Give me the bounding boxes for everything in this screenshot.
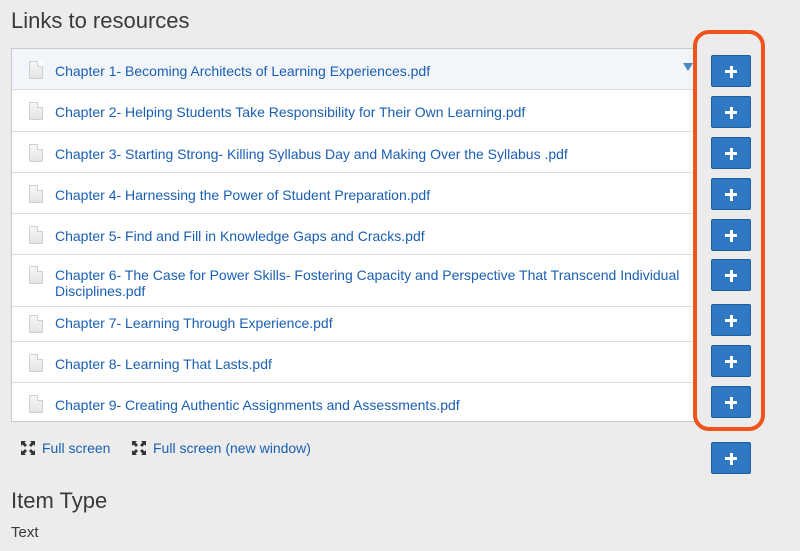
item-type-title: Item Type — [11, 488, 108, 513]
add-resource-button[interactable] — [711, 259, 751, 291]
document-icon — [29, 102, 43, 120]
caret-down-icon[interactable] — [683, 63, 693, 71]
resource-link[interactable]: Chapter 1- Becoming Architects of Learni… — [55, 63, 695, 79]
fullscreen-icon — [20, 440, 36, 456]
resource-row[interactable]: Chapter 5- Find and Fill in Knowledge Ga… — [12, 214, 694, 255]
document-icon — [29, 185, 43, 203]
add-resource-button[interactable] — [711, 55, 751, 87]
resource-link[interactable]: Chapter 8- Learning That Lasts.pdf — [55, 356, 695, 372]
document-icon — [29, 354, 43, 372]
resource-row[interactable]: Chapter 1- Becoming Architects of Learni… — [12, 49, 694, 90]
fullscreen-icon — [131, 440, 147, 456]
document-icon — [29, 226, 43, 244]
add-resource-button[interactable] — [711, 178, 751, 210]
add-resource-button[interactable] — [711, 386, 751, 418]
document-icon — [29, 266, 43, 284]
resource-row[interactable]: Chapter 6- The Case for Power Skills- Fo… — [12, 255, 694, 307]
fullscreen-new-window-label[interactable]: Full screen (new window) — [153, 440, 311, 456]
document-icon — [29, 395, 43, 413]
resource-list: Chapter 1- Becoming Architects of Learni… — [11, 48, 695, 422]
resource-link[interactable]: Chapter 7- Learning Through Experience.p… — [55, 315, 695, 331]
resource-link[interactable]: Chapter 9- Creating Authentic Assignment… — [55, 397, 695, 413]
resource-row[interactable]: Chapter 8- Learning That Lasts.pdf — [12, 342, 694, 383]
document-icon — [29, 315, 43, 333]
add-resource-button[interactable] — [711, 304, 751, 336]
section-title: Links to resources — [11, 8, 190, 33]
resource-row[interactable]: Chapter 3- Starting Strong- Killing Syll… — [12, 132, 694, 173]
resource-row[interactable]: Chapter 4- Harnessing the Power of Stude… — [12, 173, 694, 214]
resource-link[interactable]: Chapter 2- Helping Students Take Respons… — [55, 104, 695, 120]
resource-row[interactable]: Chapter 7- Learning Through Experience.p… — [12, 307, 694, 342]
resource-row[interactable]: Chapter 9- Creating Authentic Assignment… — [12, 383, 694, 423]
document-icon — [29, 61, 43, 79]
resource-link[interactable]: Chapter 4- Harnessing the Power of Stude… — [55, 187, 695, 203]
add-resource-button[interactable] — [711, 345, 751, 377]
fullscreen-link[interactable]: Full screen — [20, 440, 110, 456]
resource-row[interactable]: Chapter 2- Helping Students Take Respons… — [12, 90, 694, 132]
document-icon — [29, 144, 43, 162]
add-resource-button[interactable] — [711, 137, 751, 169]
item-type-value: Text — [11, 524, 39, 541]
resource-link[interactable]: Chapter 5- Find and Fill in Knowledge Ga… — [55, 228, 695, 244]
fullscreen-new-window-link[interactable]: Full screen (new window) — [131, 440, 311, 456]
resource-link[interactable]: Chapter 3- Starting Strong- Killing Syll… — [55, 146, 695, 162]
fullscreen-label[interactable]: Full screen — [42, 440, 110, 456]
add-resource-button[interactable] — [711, 219, 751, 251]
resource-link[interactable]: Chapter 6- The Case for Power Skills- Fo… — [55, 267, 695, 299]
add-item-button[interactable] — [711, 442, 751, 474]
add-resource-button[interactable] — [711, 96, 751, 128]
